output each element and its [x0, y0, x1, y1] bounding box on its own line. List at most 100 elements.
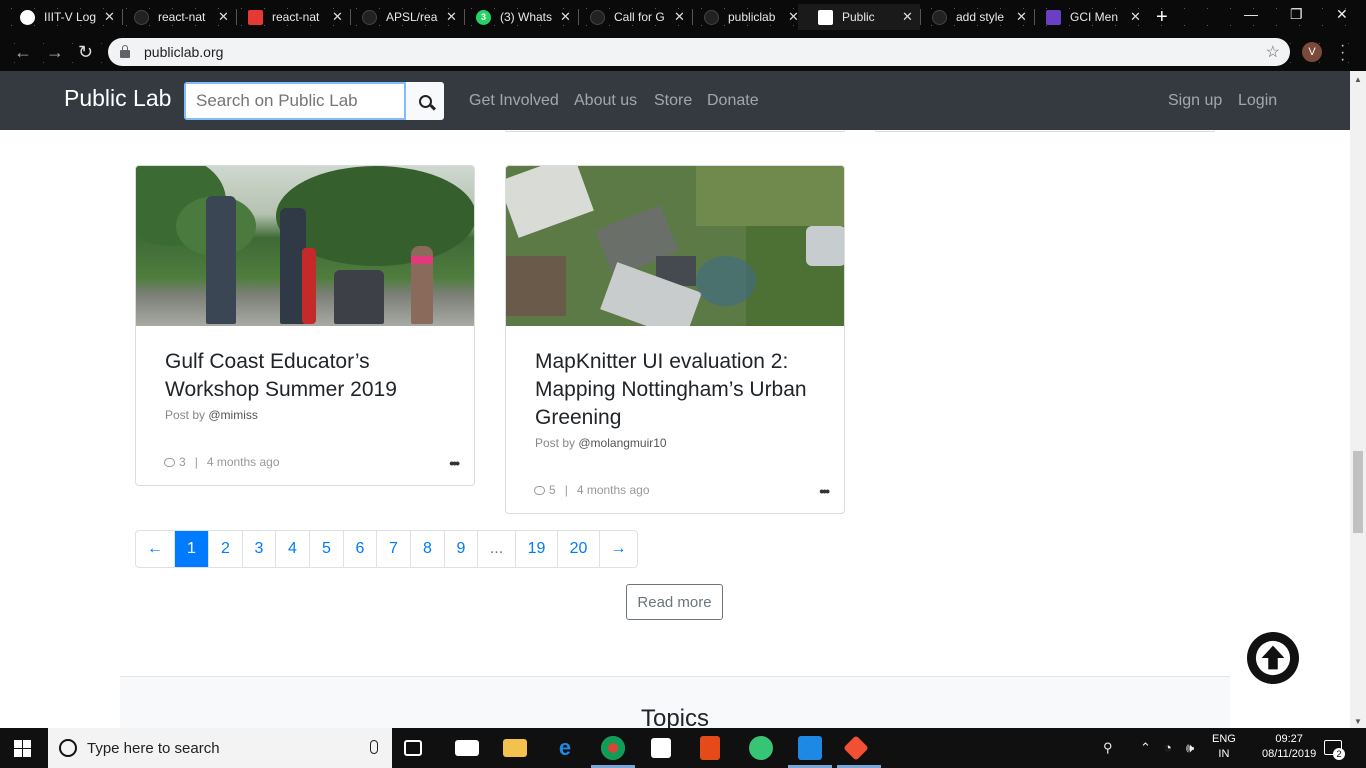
comment-icon: [164, 457, 175, 467]
more-options-icon[interactable]: •••: [449, 455, 460, 471]
scroll-up-icon[interactable]: ▲: [1354, 75, 1362, 84]
globe-icon: [20, 9, 35, 25]
windows-start-icon[interactable]: [14, 740, 31, 757]
post-title[interactable]: MapKnitter UI evaluation 2: Mapping Nott…: [506, 326, 844, 432]
github-icon: [932, 9, 947, 25]
tab-title: (3) Whats: [500, 10, 552, 24]
nav-store[interactable]: Store: [654, 92, 692, 110]
taskbar-search[interactable]: Type here to search: [48, 728, 392, 768]
read-more-button[interactable]: Read more: [626, 584, 723, 620]
post-image[interactable]: [506, 166, 844, 326]
mail-icon[interactable]: [455, 740, 479, 756]
browser-tab[interactable]: add style ✕: [912, 4, 1034, 30]
post-title[interactable]: Gulf Coast Educator’s Workshop Summer 20…: [136, 326, 474, 404]
post-image[interactable]: [136, 166, 474, 326]
file-explorer-icon[interactable]: [503, 739, 527, 757]
site-navbar: Public Lab Get Involved About us Store D…: [0, 71, 1350, 130]
page-scrollbar[interactable]: ▲ ▼: [1350, 71, 1366, 728]
nav-about-us[interactable]: About us: [574, 92, 637, 110]
tab-title: publiclab: [728, 10, 776, 24]
task-view-icon[interactable]: [404, 740, 422, 756]
store-icon[interactable]: [651, 738, 671, 758]
page-viewport: Public Lab Get Involved About us Store D…: [0, 71, 1350, 728]
post-meta: 5 | 4 months ago: [534, 483, 650, 497]
pagination-page-4[interactable]: 4: [275, 531, 309, 567]
edge-icon[interactable]: e: [553, 735, 577, 760]
pagination-prev[interactable]: ←: [136, 531, 174, 567]
npm-icon: [248, 9, 263, 25]
github-icon: [362, 9, 377, 25]
profile-avatar[interactable]: V: [1302, 42, 1322, 62]
pagination-page-5[interactable]: 5: [309, 531, 343, 567]
post-author[interactable]: @mimiss: [208, 408, 258, 422]
browser-tab-active[interactable]: Public ✕: [798, 4, 920, 30]
notification-count: 2: [1333, 748, 1345, 760]
taskbar-clock[interactable]: 09:27 08/11/2019: [1262, 732, 1316, 762]
site-search-input[interactable]: [184, 82, 406, 120]
pagination-page-6[interactable]: 6: [343, 531, 376, 567]
restore-icon[interactable]: ❐: [1290, 6, 1303, 23]
forward-arrow-icon[interactable]: →: [46, 42, 64, 63]
comment-icon: [534, 485, 545, 495]
browser-tab[interactable]: 3 (3) Whats ✕: [456, 4, 578, 30]
browser-tab[interactable]: publiclab ✕: [684, 4, 806, 30]
address-bar[interactable]: publiclab.org ☆: [108, 38, 1290, 66]
language-indicator[interactable]: ENG IN: [1212, 732, 1236, 762]
browser-tab[interactable]: IIIT-V Log ✕: [0, 4, 122, 30]
github-icon: [704, 9, 719, 25]
post-card[interactable]: MapKnitter UI evaluation 2: Mapping Nott…: [505, 165, 845, 514]
pagination-page-2[interactable]: 2: [208, 531, 242, 567]
nav-sign-up[interactable]: Sign up: [1168, 92, 1222, 110]
close-window-icon[interactable]: ✕: [1336, 6, 1348, 23]
card-bottom-edge: [875, 130, 1215, 132]
back-to-top-button[interactable]: [1247, 632, 1299, 684]
microphone-icon[interactable]: [370, 740, 378, 754]
browser-tab[interactable]: GCI Men ✕: [1026, 4, 1148, 30]
browser-tab[interactable]: Call for G ✕: [570, 4, 692, 30]
nav-get-involved[interactable]: Get Involved: [469, 92, 559, 110]
office-icon[interactable]: [700, 736, 720, 760]
pagination-page-8[interactable]: 8: [410, 531, 444, 567]
pagination-page-7[interactable]: 7: [376, 531, 410, 567]
vscode-icon[interactable]: [798, 736, 822, 760]
browser-tab[interactable]: react-nat ✕: [228, 4, 350, 30]
browser-menu-icon[interactable]: · · ·: [1340, 38, 1345, 68]
search-button[interactable]: [406, 82, 444, 120]
pagination-page-20[interactable]: 20: [557, 531, 599, 567]
pagination-page-1[interactable]: 1: [174, 531, 208, 567]
browser-tab[interactable]: react-nat ✕: [114, 4, 236, 30]
volume-icon[interactable]: 🕪: [1186, 740, 1194, 756]
people-icon[interactable]: ⚲: [1103, 740, 1113, 756]
network-icon[interactable]: ◔: [1164, 740, 1172, 755]
post-author[interactable]: @molangmuir10: [578, 436, 666, 450]
comment-count[interactable]: 3: [179, 455, 186, 469]
scroll-down-icon[interactable]: ▼: [1354, 717, 1362, 726]
comment-count[interactable]: 5: [549, 483, 556, 497]
git-icon[interactable]: [843, 735, 869, 761]
reload-icon[interactable]: ↻: [78, 42, 93, 63]
new-tab-button[interactable]: +: [1156, 6, 1168, 29]
nav-donate[interactable]: Donate: [707, 92, 759, 110]
pagination-page-9[interactable]: 9: [444, 531, 477, 567]
more-options-icon[interactable]: •••: [819, 483, 830, 499]
back-arrow-icon[interactable]: ←: [14, 42, 32, 63]
tab-title: APSL/rea: [386, 10, 438, 24]
pagination-page-19[interactable]: 19: [515, 531, 557, 567]
meta-separator: |: [564, 483, 568, 497]
site-brand[interactable]: Public Lab: [64, 85, 171, 112]
bookmark-star-icon[interactable]: ☆: [1266, 42, 1280, 62]
atom-icon[interactable]: [749, 736, 773, 760]
scrollbar-thumb[interactable]: [1353, 451, 1363, 533]
close-tab-icon[interactable]: ✕: [1130, 9, 1141, 25]
github-icon: [134, 9, 149, 25]
pagination-ellipsis: ...: [477, 531, 515, 567]
chrome-icon[interactable]: [601, 736, 625, 760]
nav-login[interactable]: Login: [1238, 92, 1277, 110]
minimize-icon[interactable]: —: [1244, 6, 1258, 22]
chevron-up-icon[interactable]: ⌃: [1140, 740, 1151, 756]
pagination-page-3[interactable]: 3: [242, 531, 275, 567]
browser-tab[interactable]: APSL/rea ✕: [342, 4, 464, 30]
arrow-up-circle-icon: [1255, 640, 1291, 676]
post-card[interactable]: Gulf Coast Educator’s Workshop Summer 20…: [135, 165, 475, 486]
pagination-next[interactable]: →: [599, 531, 637, 567]
